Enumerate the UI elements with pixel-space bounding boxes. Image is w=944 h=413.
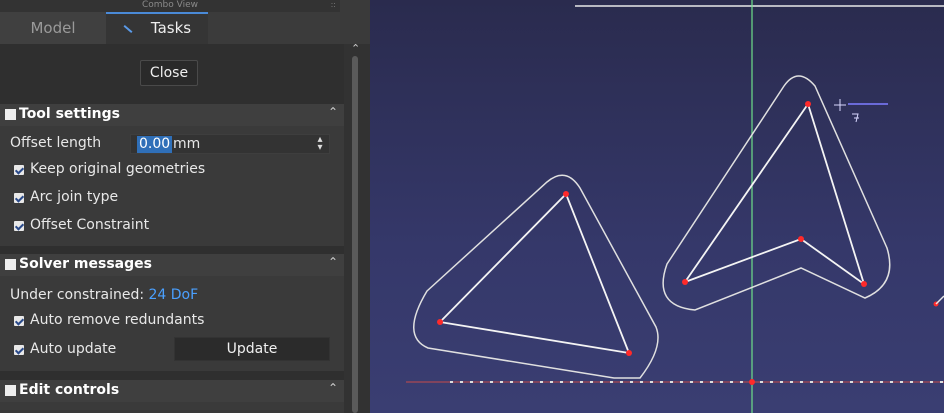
vertex-point[interactable] bbox=[563, 191, 569, 197]
offset-length-value: 0.00 bbox=[137, 136, 173, 153]
3d-viewport[interactable] bbox=[370, 0, 944, 413]
vertex-point[interactable] bbox=[798, 236, 804, 242]
scroll-up-icon[interactable]: ⌃ bbox=[351, 42, 360, 55]
tab-model[interactable]: Model bbox=[0, 12, 106, 44]
vertex-point[interactable] bbox=[437, 319, 443, 325]
panel-scrollbar[interactable]: ⌃ bbox=[344, 42, 370, 413]
cursor-icon bbox=[834, 99, 888, 123]
edge-fragment bbox=[935, 295, 944, 305]
checkbox-checked-icon bbox=[14, 221, 24, 231]
update-button[interactable]: Update bbox=[174, 337, 330, 361]
close-button[interactable]: Close bbox=[140, 60, 198, 86]
solver-messages-header[interactable]: Solver messages ⌃ bbox=[0, 254, 344, 276]
solver-status-label: Under constrained: bbox=[10, 287, 145, 303]
sketch-origin-point bbox=[749, 379, 755, 385]
edit-controls-body bbox=[0, 402, 344, 413]
tasks-icon bbox=[123, 24, 133, 33]
vertex-point[interactable] bbox=[861, 281, 867, 287]
chevron-up-icon[interactable]: ⌃ bbox=[328, 105, 338, 119]
chevron-up-icon[interactable]: ⌃ bbox=[328, 255, 338, 269]
vertex-points[interactable] bbox=[437, 101, 939, 385]
solver-messages-title: Solver messages bbox=[19, 256, 152, 272]
offset-length-input[interactable]: 0.00 mm ▴ ▾ bbox=[130, 134, 330, 154]
combo-view-panel: Combo View :: Model Tasks Close Tool set… bbox=[0, 0, 370, 413]
offset-constraint-label: Offset Constraint bbox=[30, 217, 150, 233]
tool-settings-body: Offset length 0.00 mm ▴ ▾ Keep original g… bbox=[0, 126, 344, 246]
tab-tasks-label: Tasks bbox=[150, 19, 192, 37]
spin-arrows-icon[interactable]: ▴ ▾ bbox=[313, 135, 327, 153]
vertex-point[interactable] bbox=[682, 279, 688, 285]
section-square-icon bbox=[5, 259, 16, 270]
auto-update-label: Auto update bbox=[30, 341, 117, 357]
section-square-icon bbox=[5, 385, 16, 396]
chevron-up-icon[interactable]: ⌃ bbox=[328, 381, 338, 395]
triangle-edges[interactable] bbox=[439, 192, 631, 355]
solver-status: Under constrained: 24 DoF bbox=[10, 287, 198, 303]
arc-join-label: Arc join type bbox=[30, 189, 119, 205]
scrollbar-thumb[interactable] bbox=[352, 56, 358, 413]
edit-controls-header[interactable]: Edit controls ⌃ bbox=[0, 380, 344, 402]
tool-settings-title: Tool settings bbox=[19, 106, 120, 122]
tab-tasks[interactable]: Tasks bbox=[106, 12, 208, 44]
triangle-offset-curve[interactable] bbox=[413, 174, 659, 379]
sketch-canvas[interactable] bbox=[370, 0, 944, 413]
offset-length-unit: mm bbox=[173, 136, 201, 152]
tab-bar: Model Tasks bbox=[0, 12, 340, 44]
arrowhead-offset-curve[interactable] bbox=[662, 75, 891, 311]
offset-outline[interactable] bbox=[413, 75, 891, 379]
vertex-point[interactable] bbox=[626, 350, 632, 356]
checkbox-checked-icon bbox=[14, 316, 24, 326]
grip-icon[interactable]: :: bbox=[331, 0, 336, 10]
section-square-icon bbox=[5, 109, 16, 120]
arrowhead-edges[interactable] bbox=[684, 101, 866, 287]
checkbox-checked-icon bbox=[14, 345, 24, 355]
tool-settings-header[interactable]: Tool settings ⌃ bbox=[0, 104, 344, 126]
offset-length-label: Offset length bbox=[10, 135, 102, 151]
checkbox-checked-icon bbox=[14, 193, 24, 203]
task-panel: Close Tool settings ⌃ Offset length 0.00… bbox=[0, 44, 344, 413]
dof-link[interactable]: 24 DoF bbox=[149, 287, 199, 303]
edit-controls-title: Edit controls bbox=[19, 382, 120, 398]
combo-view-title: Combo View bbox=[0, 0, 340, 12]
solver-messages-body: Under constrained: 24 DoF Auto remove re… bbox=[0, 276, 344, 371]
sketch-geometry[interactable] bbox=[439, 101, 866, 355]
vertex-point[interactable] bbox=[805, 101, 811, 107]
checkbox-checked-icon bbox=[14, 165, 24, 175]
keep-original-label: Keep original geometries bbox=[30, 161, 206, 177]
auto-remove-redundants-label: Auto remove redundants bbox=[30, 312, 205, 328]
